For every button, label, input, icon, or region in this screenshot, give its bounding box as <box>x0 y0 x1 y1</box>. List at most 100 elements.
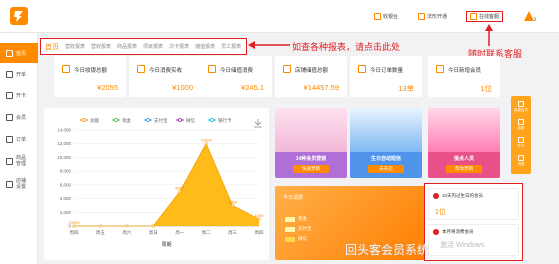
legend-item: 微信 <box>285 236 307 242</box>
tab-revenue-report[interactable]: 营收报表 <box>65 43 85 50</box>
stat-card-new-members[interactable]: 今日新增会员 1位 <box>428 56 500 97</box>
promo-image <box>428 108 500 152</box>
sidebar-item-card[interactable]: 开卡 <box>0 85 38 105</box>
sidebar-item-home[interactable]: 首页 <box>0 43 38 63</box>
legend-label: 银行卡 <box>218 117 232 124</box>
y-tick-label: 6,000 <box>60 182 72 187</box>
legend-label: 总额 <box>90 117 99 124</box>
sidebar-item-goods[interactable]: 商品 管理 <box>0 151 38 171</box>
cashier-button[interactable]: 收银台 <box>374 12 398 21</box>
new-member-icon <box>436 65 444 73</box>
tab-revenue-report-2[interactable]: 营收报表 <box>91 43 111 50</box>
watermark: 回头客会员系统 <box>345 243 430 257</box>
promo-image <box>275 108 347 152</box>
data-point <box>178 190 182 194</box>
stat-card-cash-total[interactable]: 今日收银总额 ¥2055 <box>54 56 126 97</box>
open-service-button[interactable]: 法形开通 <box>418 12 447 21</box>
card-icon <box>518 137 524 143</box>
data-label: 10000 <box>68 220 80 225</box>
legend-marker <box>146 118 150 122</box>
add-member-icon <box>518 101 524 107</box>
annotation-reports: 如查各种报表，请点击此处 <box>292 42 401 52</box>
list-icon <box>6 135 13 143</box>
data-point <box>98 224 102 228</box>
y-tick-label: 4,000 <box>60 196 72 201</box>
sidebar-item-order[interactable]: 开单 <box>0 64 38 84</box>
legend-label: 现金 <box>122 117 131 124</box>
x-tick-label: 周六 <box>122 229 131 236</box>
quick-receive[interactable]: 收款 <box>511 119 531 131</box>
legend-label: 微信 <box>186 117 195 124</box>
data-label: 12000 <box>201 138 213 143</box>
alert-icon <box>433 229 439 235</box>
y-tick-label: 14,000 <box>57 128 71 133</box>
birthday-alert[interactable]: 10天内过生日的会员 1位 <box>428 188 519 220</box>
y-tick-label: 8,000 <box>60 169 72 174</box>
data-point <box>204 142 208 146</box>
y-tick-label: 12,000 <box>57 141 71 146</box>
tab-home[interactable]: 首页 <box>45 42 59 52</box>
report-tab-bar: 首页 营收报表 营收报表 商品报表 项目报表 次卡报表 储值报表 员工报表 <box>40 38 247 55</box>
tab-goods-report[interactable]: 商品报表 <box>117 43 137 50</box>
x-tick-label: 周一 <box>175 230 184 236</box>
quick-new-member[interactable]: 新建会员 <box>511 101 531 113</box>
open-icon <box>418 13 425 20</box>
data-point <box>72 224 76 228</box>
sidebar-item-shop[interactable]: 店铺 设置 <box>0 174 38 194</box>
cake-icon <box>433 193 439 199</box>
x-tick-label: 周四 <box>255 230 264 236</box>
consume-icon <box>518 155 524 161</box>
x-axis-title: 周期 <box>161 242 171 248</box>
promo-card-marketing[interactable]: 14种会员营销 快速营销 <box>275 108 347 178</box>
online-support-button[interactable]: 在线客服 <box>466 11 504 22</box>
legend-marker <box>210 118 214 122</box>
consumption-icon <box>137 65 145 73</box>
data-point <box>125 224 129 228</box>
receive-icon <box>518 119 524 125</box>
tab-stored-value-report[interactable]: 储值报表 <box>195 43 215 50</box>
quick-consume[interactable]: 消费 <box>511 155 531 167</box>
x-tick-label: 周五 <box>96 230 105 236</box>
legend-label: 支付宝 <box>154 117 168 124</box>
chat-icon <box>470 13 477 20</box>
promo-card-referral[interactable]: 接点人员 帮你营销 <box>428 108 500 178</box>
stat-card-consumption[interactable]: 今日消费实收 ¥1000 <box>129 56 201 97</box>
sidebar-item-list[interactable]: 订单 <box>0 129 38 149</box>
stat-card-orders[interactable]: 今日订单数量 13单 <box>350 56 422 97</box>
legend-marker <box>178 118 182 122</box>
card-icon <box>6 91 13 99</box>
data-label: 3000 <box>228 199 238 204</box>
data-point <box>231 203 235 207</box>
shop-icon <box>6 180 13 188</box>
promo-card-birthday-sms[interactable]: 生日自动短信 去开启 <box>350 108 422 178</box>
quick-open-card[interactable]: 开卡 <box>511 137 531 149</box>
data-label: 5000 <box>175 186 185 191</box>
member-icon <box>6 113 13 121</box>
stat-card-stored-total[interactable]: 店铺储值总额 ¥14457.59 <box>275 56 347 97</box>
top-bar: 收银台 法形开通 在线客服 <box>0 0 559 33</box>
tab-count-card-report[interactable]: 次卡报表 <box>169 43 189 50</box>
legend-marker <box>82 118 86 122</box>
sidebar-item-member[interactable]: 会员 <box>0 107 38 127</box>
stat-card-stored-value[interactable]: 今日储值消费 ¥245.1 <box>200 56 272 97</box>
user-avatar[interactable] <box>521 9 537 23</box>
cash-icon <box>62 65 70 73</box>
sidebar: 首页 开单 开卡 会员 订单 商品 管理 店铺 设置 <box>0 33 38 264</box>
quick-action-panel: 新建会员 收款 开卡 消费 <box>511 96 531 174</box>
data-point <box>151 224 155 228</box>
x-tick-label: 周三 <box>228 230 237 236</box>
home-icon <box>6 49 13 57</box>
download-icon <box>254 119 262 128</box>
x-tick-label: 周二 <box>202 230 211 236</box>
cashier-icon <box>374 13 381 20</box>
promo-button[interactable]: 去开启 <box>368 165 404 173</box>
stored-value-icon <box>208 65 216 73</box>
tab-project-report[interactable]: 项目报表 <box>143 43 163 50</box>
order-icon <box>6 70 13 78</box>
wallet-icon <box>283 65 291 73</box>
promo-button[interactable]: 快速营销 <box>293 165 329 173</box>
promo-button[interactable]: 帮你营销 <box>446 165 482 173</box>
app-logo[interactable] <box>10 7 28 25</box>
tab-staff-report[interactable]: 员工报表 <box>221 43 241 50</box>
promo-image <box>350 108 422 152</box>
